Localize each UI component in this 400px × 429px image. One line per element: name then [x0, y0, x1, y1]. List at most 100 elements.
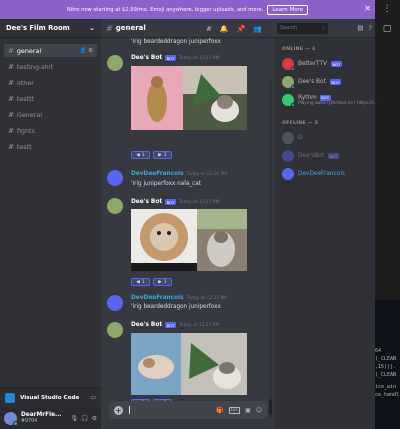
author-name[interactable]: Dee's Bot — [131, 55, 162, 61]
member-item[interactable]: D — [282, 132, 302, 144]
channel-label: general — [16, 46, 42, 55]
channel-item-testing-shit[interactable]: # testing-shit — [4, 60, 97, 73]
reaction-row: ◀1 ▶1 — [131, 151, 172, 159]
threads-icon[interactable]: # — [206, 25, 212, 33]
hash-icon: # — [8, 46, 14, 55]
learn-more-button[interactable]: Learn More — [267, 4, 309, 15]
message-input[interactable]: + 🎁 GIF ▣ ☺ — [109, 401, 267, 419]
member-name: Dee'sBot — [298, 153, 325, 159]
search-input[interactable]: Search ⌕ — [277, 22, 328, 34]
channel-label: testtt — [16, 94, 35, 103]
image-attachment[interactable] — [131, 66, 247, 130]
author-name[interactable]: DevDeeFrancois — [131, 295, 184, 301]
window-icon[interactable]: ▢ — [381, 24, 393, 36]
reaction-right-arrow[interactable]: ▶1 — [153, 151, 172, 159]
avatar — [282, 58, 295, 71]
message-header: Dee's Bot BOT Today at 12:21 PM — [131, 55, 219, 61]
member-item[interactable]: DevDeeFrancois — [282, 168, 345, 180]
channel-item-general[interactable]: # general 👤 ⚙ — [4, 44, 97, 57]
bot-avatar[interactable] — [107, 322, 123, 338]
chat-area: # general 'irig beardeddragon juniperfox… — [101, 19, 274, 429]
online-section-header: ONLINE — 3 — [282, 47, 316, 52]
channel-item-testtt[interactable]: # testtt — [4, 92, 97, 105]
bot-avatar[interactable] — [107, 198, 123, 214]
author-name[interactable]: DevDeeFrancois — [131, 171, 184, 177]
member-name: Rythm — [298, 94, 317, 101]
gif-icon[interactable]: GIF — [228, 406, 241, 414]
hash-icon: # — [8, 94, 14, 103]
channel-label: General — [16, 110, 43, 119]
user-avatar[interactable] — [107, 295, 123, 311]
message-text: 'irig beardeddragon juniperfoxx — [131, 304, 221, 310]
vscode-icon — [5, 392, 15, 403]
channel-item-other[interactable]: # other — [4, 76, 97, 89]
terminal-window: 64 (_CLEAN ,15))}. (_CLEAN ice_win ce_ha… — [375, 300, 400, 429]
members-header: Search ⌕ ▤ ? — [274, 19, 375, 38]
member-item[interactable]: BetterTTV BOT — [282, 58, 342, 71]
bot-avatar[interactable] — [107, 55, 123, 71]
member-name: D — [298, 135, 303, 141]
help-icon[interactable]: ? — [369, 24, 372, 32]
member-item[interactable]: Rythm BOT Playing www.rythmbot.co | http… — [282, 94, 378, 107]
channel-sidebar: Dee's Film Room ⌄ # general 👤 ⚙ # testin… — [0, 19, 101, 429]
timestamp: Today at 12:26 PM — [186, 171, 227, 177]
menu-icon[interactable]: ⋮ — [381, 4, 393, 16]
message-header: Dee's Bot BOT Today at 12:27 PM — [131, 199, 219, 205]
user-avatar[interactable] — [107, 170, 123, 186]
screen-icon[interactable]: ▭ — [90, 394, 96, 401]
author-name[interactable]: Dee's Bot — [131, 199, 162, 205]
author-name[interactable]: Dee's Bot — [131, 322, 162, 328]
gear-icon[interactable]: ⚙ — [92, 415, 97, 422]
invite-settings-icons[interactable]: 👤 ⚙ — [79, 48, 93, 54]
inbox-icon[interactable]: ▤ — [357, 24, 363, 32]
member-item[interactable]: Dee's Bot BOT — [282, 76, 341, 89]
arrow-left-icon: ◀ — [136, 279, 140, 285]
activity-panel: Visual Studio Code ▭ — [0, 387, 101, 407]
channel-item-testt[interactable]: # testt — [4, 140, 97, 153]
members-icon[interactable]: 👥 — [253, 25, 262, 33]
member-list: Search ⌕ ▤ ? ONLINE — 3 BetterTTV BOT De… — [274, 19, 378, 429]
channel-label: fights — [16, 126, 35, 135]
pin-icon[interactable]: 📌 — [237, 25, 246, 33]
image-attachment[interactable] — [131, 209, 247, 271]
scrollbar-thumb[interactable] — [269, 399, 272, 415]
emoji-icon[interactable]: ☺ — [256, 407, 262, 414]
avatar — [282, 168, 294, 180]
close-icon[interactable]: ✕ — [364, 4, 371, 13]
channel-label: other — [16, 78, 34, 87]
channel-list: # general 👤 ⚙ # testing-shit # other # t… — [0, 38, 101, 153]
scrollbar[interactable] — [269, 79, 272, 419]
sticker-icon[interactable]: ▣ — [245, 407, 251, 414]
channel-item-fights[interactable]: # fights — [4, 124, 97, 137]
server-header[interactable]: Dee's Film Room ⌄ — [0, 19, 101, 38]
nitro-text: Nitro now starting at $2.99/mo. Emoji an… — [66, 6, 264, 13]
arrow-right-icon: ▶ — [158, 152, 162, 158]
nitro-banner: Nitro now starting at $2.99/mo. Emoji an… — [0, 0, 375, 19]
reaction-left-arrow[interactable]: ◀1 — [131, 278, 150, 286]
avatar[interactable] — [4, 411, 18, 426]
headphones-icon[interactable]: 🎧 — [81, 415, 88, 422]
text-caret — [129, 406, 130, 414]
hash-icon: # — [8, 62, 14, 71]
chevron-down-icon[interactable]: ⌄ — [89, 24, 95, 32]
reaction-row: ◀1 ▶1 — [131, 278, 172, 286]
message-text: 'irig juniperfoxx nala_cat — [131, 181, 201, 187]
avatar — [282, 132, 294, 144]
bell-icon[interactable]: 🔔 — [220, 25, 229, 33]
gift-icon[interactable]: 🎁 — [216, 407, 223, 414]
hash-icon: # — [8, 142, 14, 151]
reaction-left-arrow[interactable]: ◀1 — [131, 151, 150, 159]
microphone-icon[interactable]: 🎙 — [71, 415, 79, 422]
status-dot — [13, 420, 18, 426]
reaction-right-arrow[interactable]: ▶1 — [153, 278, 172, 286]
lizard-and-fox-image — [131, 66, 247, 130]
member-item[interactable]: Dee'sBot BOT — [282, 150, 339, 162]
offline-section-header: OFFLINE — 3 — [282, 121, 319, 126]
username: DearMrFle... — [21, 412, 62, 419]
status-dot — [291, 103, 295, 107]
image-attachment[interactable] — [131, 333, 247, 395]
header-toolbar: # 🔔 📌 👥 — [206, 19, 262, 38]
hash-icon: # — [8, 110, 14, 119]
add-attachment-icon[interactable]: + — [114, 405, 123, 415]
channel-item-general-2[interactable]: # General — [4, 108, 97, 121]
